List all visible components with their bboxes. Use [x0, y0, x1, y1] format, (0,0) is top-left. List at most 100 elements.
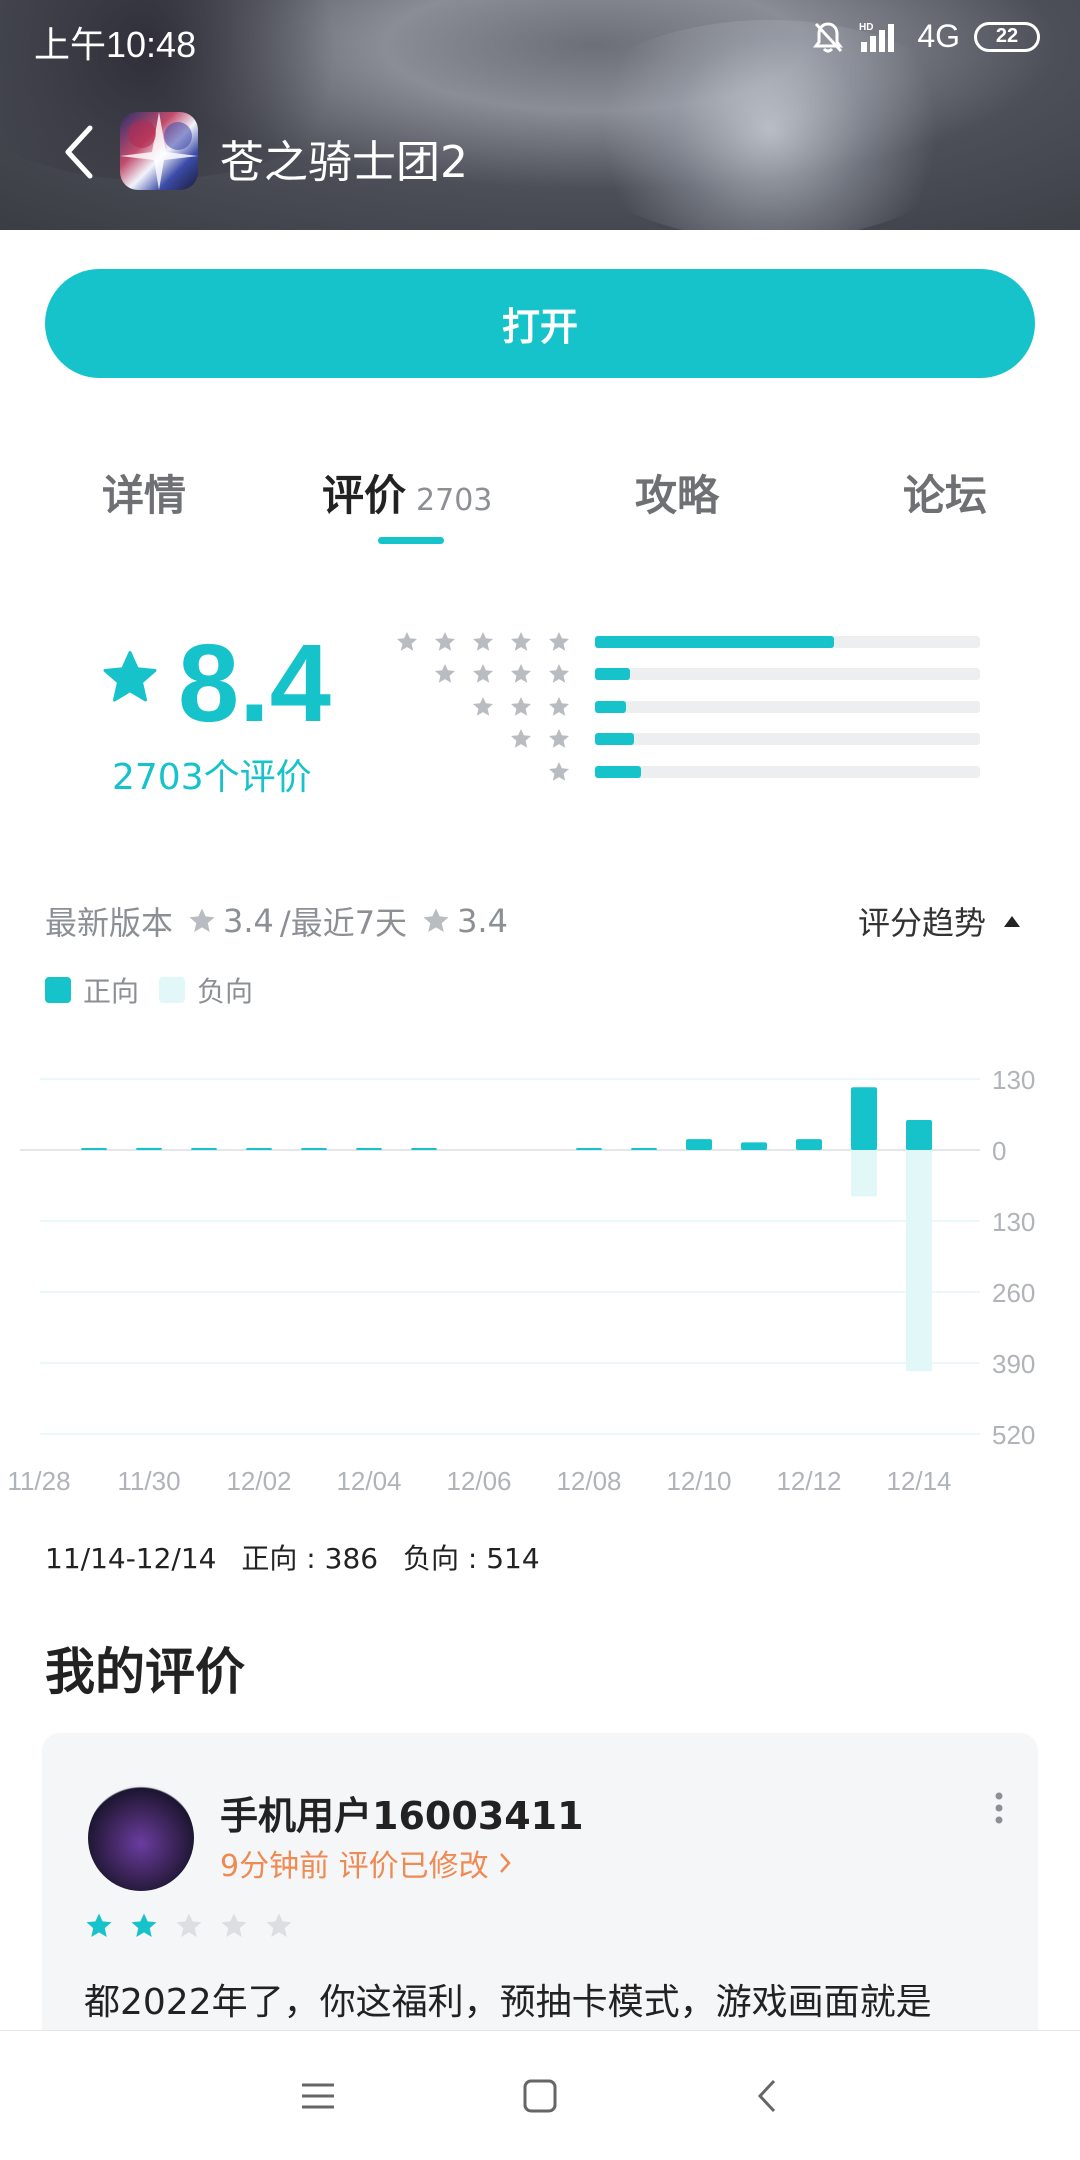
latest-version-score: 3.4	[223, 902, 274, 940]
star-icon	[473, 664, 493, 683]
chevron-right-icon	[499, 1853, 511, 1873]
latest-version-label: 最新版本	[45, 904, 174, 942]
star-icon	[266, 1913, 292, 1937]
triangle-up-icon	[1004, 915, 1020, 927]
star-icon	[549, 762, 569, 781]
chart-legend: 正向 负向	[45, 970, 273, 1010]
positive-bar	[81, 1148, 107, 1150]
status-icons: HD 4G 22	[811, 18, 1040, 55]
x-tick-label: 12/02	[226, 1466, 291, 1496]
star-icon	[435, 632, 455, 651]
positive-bar	[246, 1148, 272, 1150]
chart-summary: 11/14-12/14 正向 : 386 负向 : 514	[45, 1537, 556, 1577]
positive-bar	[136, 1147, 162, 1150]
user-name: 手机用户16003411	[220, 1794, 584, 1838]
my-review-card: 手机用户16003411 9分钟前 评价已修改 都2022年了，你这福利，预抽卡…	[42, 1733, 1038, 2073]
home-icon[interactable]	[520, 2076, 560, 2116]
average-score: 8.4	[178, 622, 331, 745]
positive-bar	[191, 1148, 217, 1150]
rating-bar-track	[595, 701, 980, 713]
x-tick-label: 11/30	[117, 1466, 180, 1496]
star-icon	[473, 697, 493, 716]
summary-range: 11/14-12/14	[45, 1542, 217, 1575]
rating-bar-fill	[595, 701, 626, 713]
x-tick-label: 12/12	[776, 1466, 841, 1496]
battery-icon: 22	[974, 21, 1040, 52]
tab-reviews[interactable]: 评价 2703	[322, 462, 492, 523]
star-icon	[86, 1913, 112, 1937]
star-icon	[397, 632, 417, 651]
star-icon	[176, 1913, 202, 1937]
rating-bar-fill	[595, 766, 642, 778]
app-icon	[120, 112, 198, 190]
tab-label: 攻略	[635, 471, 720, 520]
rating-row-3-star	[400, 695, 980, 719]
positive-bar	[356, 1148, 382, 1150]
back-icon[interactable]	[748, 2076, 788, 2116]
open-button[interactable]: 打开	[45, 269, 1035, 378]
y-tick-label: 520	[992, 1420, 1035, 1450]
signal-icon: HD	[859, 22, 895, 52]
recent-score: 3.4	[457, 902, 508, 940]
positive-bar	[906, 1119, 932, 1150]
star-icon	[435, 664, 455, 683]
tab-details[interactable]: 详情	[102, 462, 186, 523]
user-rating-stars	[84, 1911, 294, 1941]
x-tick-label: 11/28	[7, 1466, 70, 1496]
y-tick-label: 130	[992, 1065, 1035, 1095]
positive-bar	[851, 1087, 877, 1150]
tab-active-indicator	[378, 537, 444, 544]
positive-bar	[796, 1139, 822, 1150]
legend-negative: 负向	[159, 970, 253, 1010]
tab-guides[interactable]: 攻略	[635, 462, 719, 523]
positive-bar	[686, 1139, 712, 1150]
trend-label: 评分趋势	[857, 904, 986, 942]
y-tick-label: 390	[992, 1349, 1035, 1379]
review-text: 都2022年了，你这福利，预抽卡模式，游戏画面就是	[84, 1982, 932, 2023]
legend-label: 负向	[197, 975, 254, 1008]
status-time: 上午10:48	[34, 24, 197, 65]
version-rating-line: 最新版本 3.4 /最近7天 3.4	[45, 898, 508, 944]
tab-label: 详情	[102, 471, 187, 520]
legend-swatch-positive	[45, 977, 71, 1003]
negative-bar	[851, 1150, 877, 1197]
star-icon	[189, 908, 215, 932]
star-icon	[103, 651, 157, 702]
positive-bar	[411, 1148, 437, 1150]
app-icon-art	[120, 112, 198, 190]
avatar[interactable]	[88, 1785, 194, 1891]
rating-trend-chart: 130 0 130 260 390 520 11/28 11/30 12/02 12/04 12/0…	[7, 1065, 1035, 1496]
star-icon	[549, 697, 569, 716]
star-icon	[423, 908, 449, 932]
star-icon	[511, 632, 531, 651]
recent-label: /最近7天	[279, 904, 408, 942]
network-type: 4G	[917, 18, 960, 54]
rating-trend-toggle[interactable]: 评分趋势	[858, 898, 1020, 944]
rating-row-4-star	[400, 662, 980, 686]
positive-bar	[301, 1148, 327, 1150]
y-tick-label: 260	[992, 1278, 1035, 1308]
x-tick-label: 12/04	[336, 1466, 401, 1496]
rating-bar-fill	[595, 668, 630, 680]
svg-text:HD: HD	[859, 22, 873, 33]
more-vertical-icon[interactable]	[994, 1791, 1004, 1825]
menu-icon[interactable]	[298, 2076, 338, 2116]
tab-label: 评价	[322, 471, 407, 520]
y-tick-label: 0	[992, 1136, 1006, 1166]
review-meta: 9分钟前 评价已修改	[220, 1849, 489, 1884]
positive-bar	[741, 1142, 767, 1150]
tab-label: 论坛	[903, 471, 988, 520]
star-icon	[511, 697, 531, 716]
rating-bar-fill	[595, 636, 834, 648]
rating-bar-track	[595, 766, 980, 778]
summary-positive: 正向 : 386	[241, 1542, 379, 1575]
review-edited-link[interactable]: 9分钟前 评价已修改	[220, 1841, 513, 1885]
tab-forum[interactable]: 论坛	[903, 462, 987, 523]
back-arrow-icon[interactable]	[60, 122, 100, 182]
star-icon	[549, 729, 569, 748]
legend-positive: 正向	[45, 970, 139, 1010]
silent-bell-icon	[813, 21, 844, 52]
star-icon	[549, 632, 569, 651]
rating-bar-track	[595, 733, 980, 745]
legend-label: 正向	[83, 975, 140, 1008]
